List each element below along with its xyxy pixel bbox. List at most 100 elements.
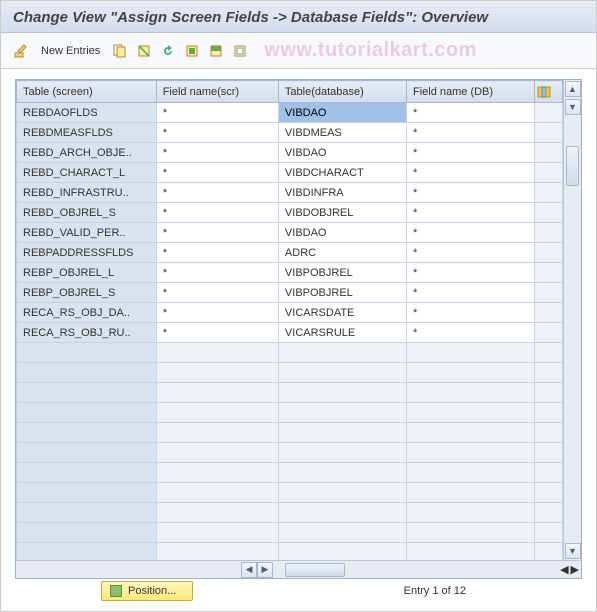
cell-empty[interactable]: [406, 343, 534, 363]
cell-empty[interactable]: [278, 503, 406, 523]
table-row[interactable]: REBP_OBJREL_L*VIBPOBJREL*: [17, 263, 563, 283]
hscroll-left-icon[interactable]: ◀: [241, 562, 257, 578]
cell-field-db[interactable]: *: [406, 303, 534, 323]
cell-field-screen[interactable]: *: [156, 323, 278, 343]
cell-table-db[interactable]: VICARSRULE: [278, 323, 406, 343]
cell-empty[interactable]: [17, 503, 157, 523]
cell-empty[interactable]: [17, 543, 157, 561]
cell-empty[interactable]: [406, 403, 534, 423]
cell-field-db[interactable]: *: [406, 223, 534, 243]
table-row[interactable]: REBPADDRESSFLDS*ADRC*: [17, 243, 563, 263]
scroll-down-step-icon[interactable]: ▼: [565, 99, 581, 115]
cell-field-screen[interactable]: *: [156, 123, 278, 143]
hscroll2-right-icon[interactable]: ▶: [571, 563, 579, 576]
cell-field-screen[interactable]: *: [156, 243, 278, 263]
scroll-track[interactable]: [564, 116, 581, 542]
cell-empty[interactable]: [156, 443, 278, 463]
cell-field-db[interactable]: *: [406, 323, 534, 343]
cell-empty[interactable]: [156, 403, 278, 423]
configure-columns-icon[interactable]: [535, 81, 563, 103]
cell-empty[interactable]: [535, 383, 563, 403]
col-header-table-screen[interactable]: Table (screen): [17, 81, 157, 103]
cell-empty[interactable]: [535, 463, 563, 483]
cell-field-screen[interactable]: *: [156, 103, 278, 123]
cell-table-db[interactable]: VIBDINFRA: [278, 183, 406, 203]
table-row-empty[interactable]: [17, 403, 563, 423]
cell-table-screen[interactable]: REBD_OBJREL_S: [17, 203, 157, 223]
table-row-empty[interactable]: [17, 443, 563, 463]
cell-empty[interactable]: [535, 403, 563, 423]
table-row[interactable]: RECA_RS_OBJ_RU..*VICARSRULE*: [17, 323, 563, 343]
cell-table-screen[interactable]: RECA_RS_OBJ_RU..: [17, 323, 157, 343]
cell-field-screen[interactable]: *: [156, 163, 278, 183]
cell-empty[interactable]: [406, 383, 534, 403]
cell-empty[interactable]: [406, 523, 534, 543]
select-all-icon[interactable]: [182, 41, 202, 61]
col-header-table-db[interactable]: Table(database): [278, 81, 406, 103]
cell-field-db[interactable]: *: [406, 163, 534, 183]
cell-table-screen[interactable]: REBD_ARCH_OBJE..: [17, 143, 157, 163]
cell-empty[interactable]: [535, 443, 563, 463]
cell-table-db[interactable]: VIBDAO: [278, 223, 406, 243]
cell-table-db[interactable]: VIBDAO: [278, 103, 406, 123]
cell-empty[interactable]: [406, 443, 534, 463]
cell-table-db[interactable]: VIBPOBJREL: [278, 263, 406, 283]
new-entries-button[interactable]: New Entries: [35, 43, 106, 59]
table-row-empty[interactable]: [17, 503, 563, 523]
table-row[interactable]: REBD_CHARACT_L*VIBDCHARACT*: [17, 163, 563, 183]
cell-field-screen[interactable]: *: [156, 223, 278, 243]
cell-empty[interactable]: [17, 343, 157, 363]
cell-table-screen[interactable]: REBD_CHARACT_L: [17, 163, 157, 183]
cell-empty[interactable]: [156, 503, 278, 523]
cell-empty[interactable]: [535, 423, 563, 443]
table-row[interactable]: RECA_RS_OBJ_DA..*VICARSDATE*: [17, 303, 563, 323]
cell-table-screen[interactable]: REBD_INFRASTRU..: [17, 183, 157, 203]
select-block-icon[interactable]: [206, 41, 226, 61]
cell-field-db[interactable]: *: [406, 183, 534, 203]
cell-empty[interactable]: [406, 463, 534, 483]
cell-empty[interactable]: [156, 483, 278, 503]
cell-empty[interactable]: [17, 383, 157, 403]
horizontal-scrollbar-2[interactable]: ◀ ▶: [511, 561, 581, 578]
cell-empty[interactable]: [278, 443, 406, 463]
cell-field-db[interactable]: *: [406, 243, 534, 263]
cell-empty[interactable]: [17, 523, 157, 543]
position-button[interactable]: Position...: [101, 581, 193, 601]
cell-empty[interactable]: [406, 363, 534, 383]
cell-table-db[interactable]: VIBDCHARACT: [278, 163, 406, 183]
cell-field-db[interactable]: *: [406, 123, 534, 143]
scroll-down-arrow-icon[interactable]: ▼: [565, 543, 581, 559]
cell-empty[interactable]: [406, 543, 534, 561]
cell-table-db[interactable]: VIBDOBJREL: [278, 203, 406, 223]
table-row-empty[interactable]: [17, 523, 563, 543]
cell-field-db[interactable]: *: [406, 103, 534, 123]
cell-field-screen[interactable]: *: [156, 183, 278, 203]
cell-table-screen[interactable]: REBDAOFLDS: [17, 103, 157, 123]
cell-empty[interactable]: [535, 483, 563, 503]
hscroll-right-icon[interactable]: ▶: [257, 562, 273, 578]
cell-empty[interactable]: [535, 503, 563, 523]
cell-table-screen[interactable]: REBPADDRESSFLDS: [17, 243, 157, 263]
cell-table-screen[interactable]: REBP_OBJREL_S: [17, 283, 157, 303]
cell-field-db[interactable]: *: [406, 263, 534, 283]
table-row[interactable]: REBD_INFRASTRU..*VIBDINFRA*: [17, 183, 563, 203]
cell-empty[interactable]: [278, 383, 406, 403]
cell-table-db[interactable]: VIBPOBJREL: [278, 283, 406, 303]
cell-field-screen[interactable]: *: [156, 283, 278, 303]
hscroll2-left-icon[interactable]: ◀: [560, 563, 568, 576]
cell-empty[interactable]: [278, 423, 406, 443]
cell-empty[interactable]: [17, 443, 157, 463]
vertical-scrollbar[interactable]: ▲ ▼ ▼: [563, 80, 581, 560]
cell-empty[interactable]: [17, 423, 157, 443]
cell-field-screen[interactable]: *: [156, 263, 278, 283]
cell-field-db[interactable]: *: [406, 283, 534, 303]
cell-empty[interactable]: [278, 523, 406, 543]
table-row-empty[interactable]: [17, 423, 563, 443]
cell-empty[interactable]: [278, 343, 406, 363]
horizontal-scrollbar-1[interactable]: ◀ ▶: [241, 561, 511, 578]
table-row[interactable]: REBD_OBJREL_S*VIBDOBJREL*: [17, 203, 563, 223]
table-row-empty[interactable]: [17, 383, 563, 403]
cell-table-screen[interactable]: REBDMEASFLDS: [17, 123, 157, 143]
delete-icon[interactable]: [134, 41, 154, 61]
cell-empty[interactable]: [406, 423, 534, 443]
